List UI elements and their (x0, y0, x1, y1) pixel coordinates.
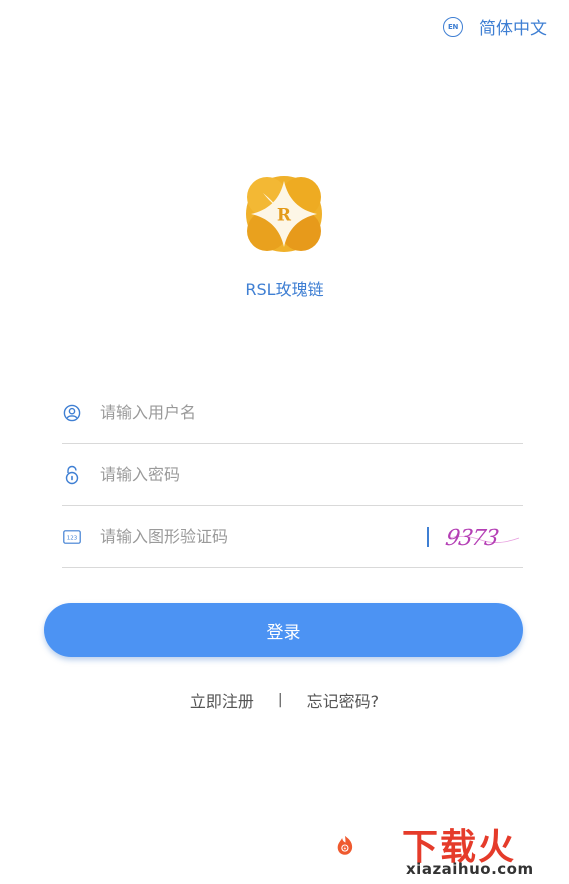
login-button[interactable]: 登录 (44, 603, 523, 657)
language-label: 简体中文 (479, 19, 547, 39)
watermark-domain: xiazaihuo.com (406, 860, 534, 878)
app-logo: R (246, 176, 322, 252)
svg-text:123: 123 (67, 535, 78, 541)
captcha-code-icon: 123 (62, 527, 82, 547)
username-input[interactable] (100, 392, 523, 433)
login-form: 123 9373 (62, 382, 523, 568)
user-icon (62, 403, 82, 423)
password-field (62, 444, 523, 506)
language-icon: EN (443, 16, 463, 37)
captcha-field: 123 9373 (62, 506, 523, 568)
captcha-input[interactable] (100, 516, 427, 557)
auth-links: 立即注册 | 忘记密码? (0, 688, 569, 712)
watermark-logo (337, 835, 353, 855)
language-switch[interactable]: EN 简体中文 (443, 14, 547, 39)
captcha-text: 9373 (445, 525, 501, 551)
lock-icon (62, 465, 82, 485)
captcha-divider (427, 526, 429, 547)
logo-letter: R (277, 206, 292, 226)
app-name: RSL玫瑰链 (245, 280, 324, 299)
forgot-password-link[interactable]: 忘记密码? (307, 688, 380, 712)
captcha-image[interactable]: 9373 (445, 520, 523, 554)
register-link[interactable]: 立即注册 (190, 688, 254, 712)
links-separator: | (277, 692, 283, 708)
username-field (62, 382, 523, 444)
password-input[interactable] (100, 454, 523, 495)
